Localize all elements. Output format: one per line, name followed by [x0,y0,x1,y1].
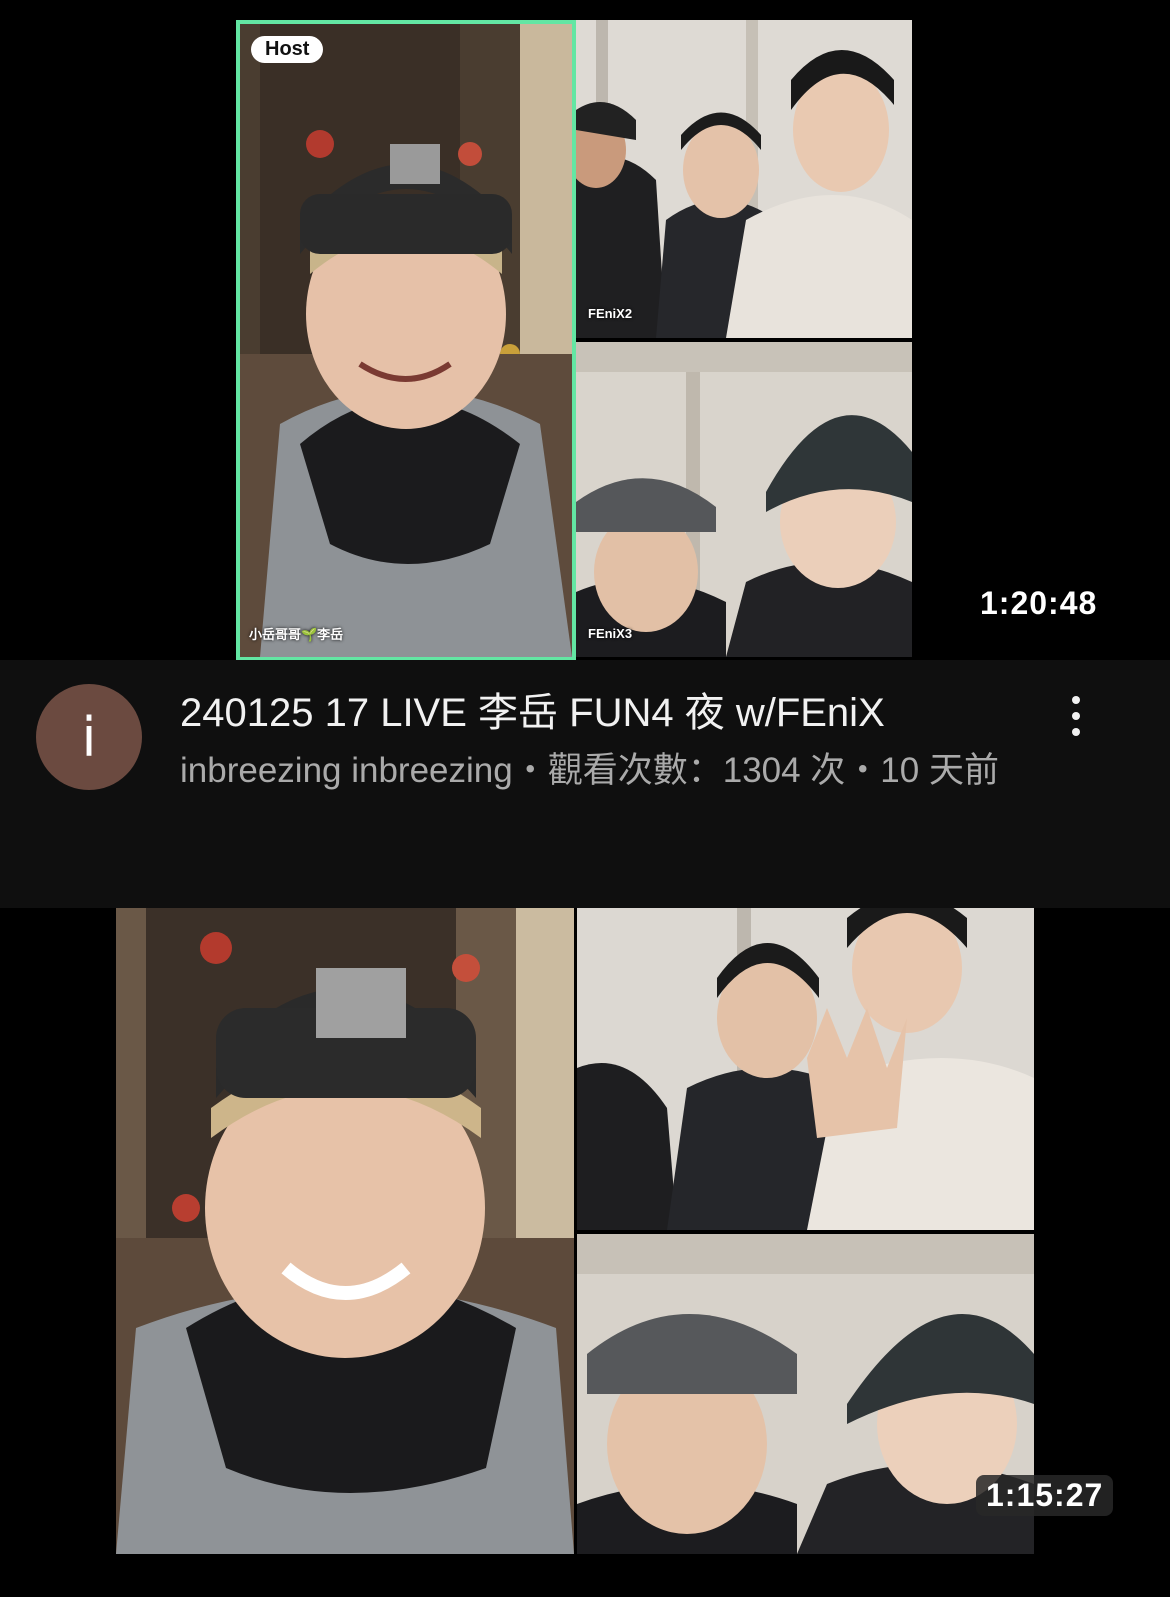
guest-label-fenix3: FEniX3 [588,626,633,641]
video-title[interactable]: 240125 17 LIVE 李岳 FUN4 夜 w/FEniX [180,688,1040,738]
more-vert-icon[interactable] [1058,696,1094,736]
video-thumbnail[interactable]: 1:15:27 [0,908,1170,1597]
host-badge: Host [251,36,324,63]
guest-video-tile-fenix3 [576,342,912,657]
video-card[interactable]: 1:15:27 [0,908,1170,1597]
video-card[interactable]: Host 小岳哥哥🌱李岳 FEniX2 FEniX3 1:20:48 i 240… [0,0,1170,890]
video-duration: 1:15:27 [976,1475,1114,1516]
guest-video-tile [577,1234,1034,1554]
video-duration: 1:20:48 [980,585,1098,621]
guest-video-tile-fenix2 [576,20,912,338]
guest-video-tile [577,908,1034,1230]
host-name-label: 小岳哥哥🌱李岳 [249,627,344,642]
host-video-tile [116,908,574,1554]
channel-avatar[interactable]: i [36,684,142,790]
guest-label-fenix2: FEniX2 [588,306,633,321]
host-highlight-border [236,20,576,660]
video-details: i 240125 17 LIVE 李岳 FUN4 夜 w/FEniX inbre… [0,660,1170,890]
video-metadata: inbreezing inbreezing・觀看次數：1304 次・10 天前 [180,751,999,790]
video-thumbnail[interactable]: Host 小岳哥哥🌱李岳 FEniX2 FEniX3 1:20:48 [0,0,1170,660]
